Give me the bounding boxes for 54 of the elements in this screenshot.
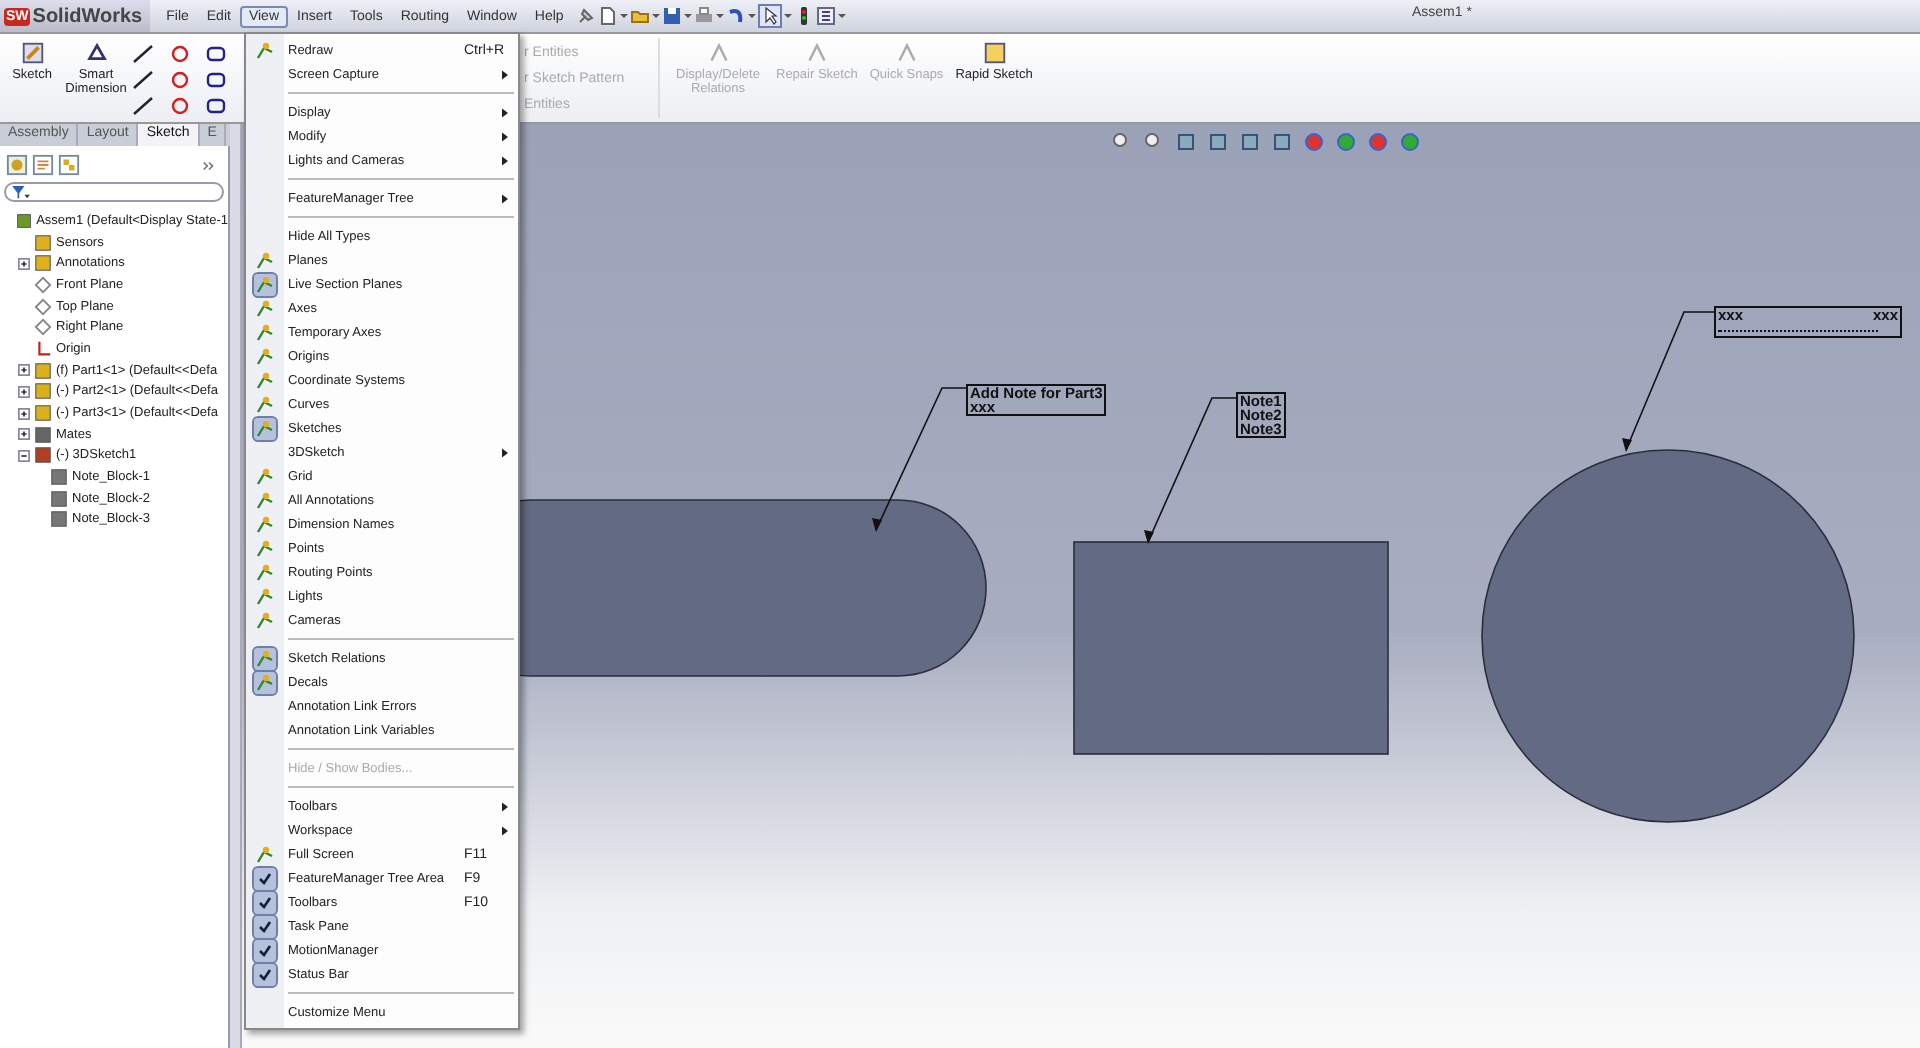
filter-field[interactable] [4, 182, 224, 202]
sketch-icon [34, 446, 52, 465]
options-list-icon[interactable] [815, 6, 836, 26]
submenu-arrow-icon [502, 447, 508, 457]
configuration-manager-icon[interactable] [58, 154, 80, 176]
submenu-arrow-icon [502, 131, 508, 141]
tree-toggle-icon[interactable] [18, 364, 30, 377]
dropdown-caret-icon[interactable] [783, 12, 792, 20]
tree-toggle-icon[interactable] [18, 449, 30, 462]
tree-toggle-icon[interactable] [18, 385, 30, 398]
sketch-tool-icon[interactable] [132, 96, 156, 116]
mates-icon [34, 425, 52, 444]
tree-toggle-icon[interactable] [18, 257, 30, 270]
tree-toggle-icon[interactable] [18, 428, 30, 441]
submenu-arrow-icon [502, 69, 508, 79]
dropdown-caret-icon[interactable] [619, 12, 628, 20]
expand-chevron-icon[interactable] [202, 159, 216, 171]
command-icon [705, 40, 731, 66]
submenu-arrow-icon [502, 825, 508, 835]
sketch-tool-icon[interactable] [204, 44, 228, 64]
dropdown-caret-icon[interactable] [651, 12, 660, 20]
submenu-arrow-icon [502, 193, 508, 203]
origin-icon [34, 339, 52, 358]
print-icon[interactable] [693, 6, 714, 26]
submenu-arrow-icon [502, 107, 508, 117]
save-icon[interactable] [661, 6, 682, 26]
pencil-sketch-icon [19, 40, 45, 66]
feature-manager-icon[interactable] [6, 154, 28, 176]
folder-icon[interactable] [629, 6, 650, 26]
new-document-icon[interactable] [597, 6, 618, 26]
undo-icon[interactable] [725, 6, 746, 26]
submenu-arrow-icon [502, 801, 508, 811]
filter-funnel-icon [12, 185, 30, 199]
dropdown-caret-icon[interactable] [715, 12, 724, 20]
command-icon [893, 40, 920, 66]
sketch-tool-icon[interactable] [132, 70, 156, 90]
command-icon [803, 40, 830, 66]
dimension-icon [83, 40, 109, 66]
annotations-icon [34, 254, 52, 273]
dropdown-caret-icon[interactable] [747, 12, 756, 20]
submenu-arrow-icon [502, 155, 508, 165]
sketch-tool-icon[interactable] [132, 44, 156, 64]
tree-toggle-icon[interactable] [18, 407, 30, 420]
select-pointer-icon[interactable] [757, 4, 782, 28]
sensors-icon [34, 233, 52, 252]
assembly-icon [16, 211, 33, 230]
logo-text: SolidWorks [32, 5, 143, 27]
command-icon [981, 40, 1008, 66]
pin-icon[interactable] [575, 6, 596, 26]
dropdown-caret-icon[interactable] [683, 12, 692, 20]
sketch-tool-icon[interactable] [204, 70, 228, 90]
dropdown-caret-icon[interactable] [837, 12, 846, 20]
property-manager-icon[interactable] [32, 154, 54, 176]
sketch-tool-icon[interactable] [204, 96, 228, 116]
